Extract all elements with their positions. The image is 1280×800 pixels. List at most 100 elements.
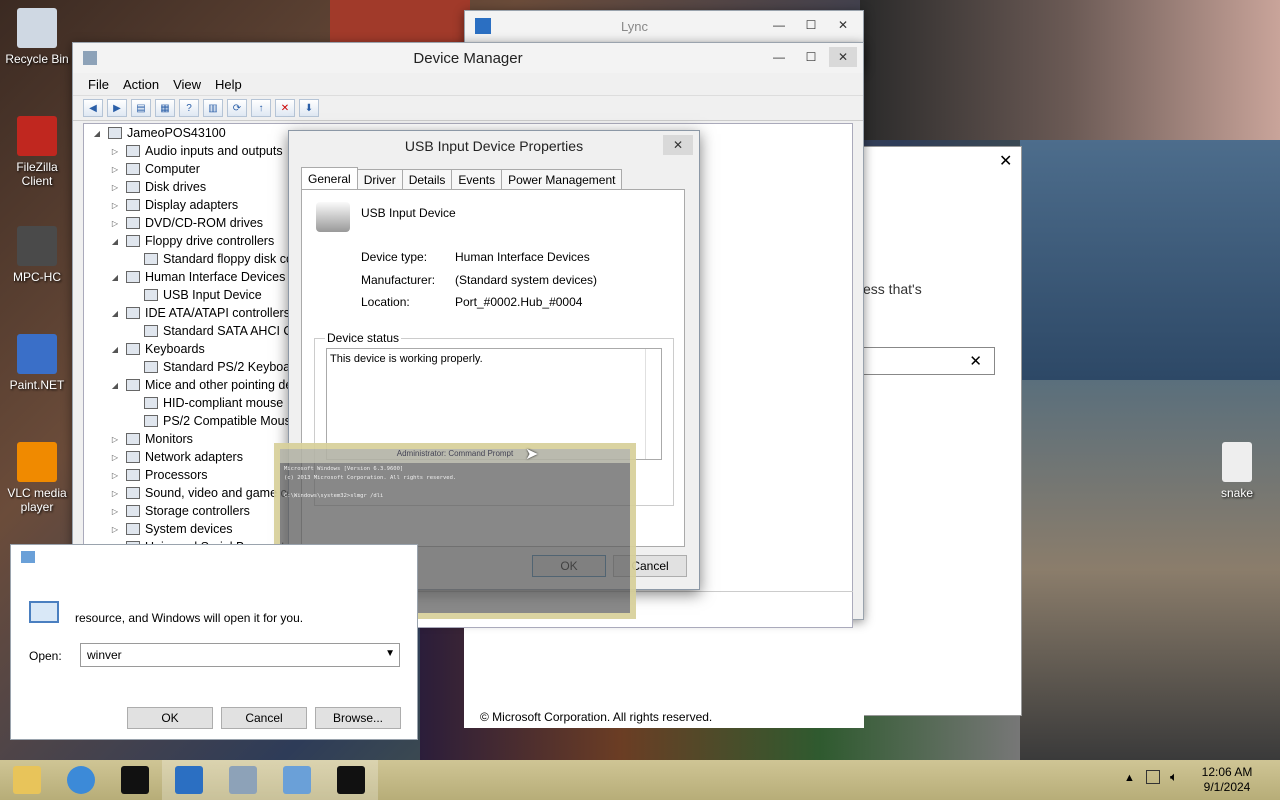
ide-icon bbox=[126, 307, 140, 319]
expand-arrow-icon[interactable]: ◢ bbox=[110, 381, 120, 390]
expand-arrow-icon[interactable]: ◢ bbox=[110, 237, 120, 246]
desktop-icon-filezilla[interactable]: FileZilla Client bbox=[2, 116, 72, 188]
properties-icon[interactable]: ▦ bbox=[155, 99, 175, 117]
show-hide-tree-icon[interactable]: ▤ bbox=[131, 99, 151, 117]
storage-icon bbox=[126, 505, 140, 517]
uninstall-device-icon[interactable]: ✕ bbox=[275, 99, 295, 117]
expand-arrow-icon[interactable]: ▷ bbox=[110, 489, 120, 498]
volume-icon[interactable]: 🔈︎ bbox=[1170, 769, 1178, 785]
mouse-icon bbox=[126, 379, 140, 391]
clock[interactable]: 12:06 AM 9/1/2024 bbox=[1196, 765, 1258, 795]
tree-node-label: Display adapters bbox=[145, 198, 239, 212]
background-window-text: ess that's bbox=[863, 281, 922, 297]
enable-device-icon[interactable]: ⬇ bbox=[299, 99, 319, 117]
expand-arrow-icon[interactable]: ▷ bbox=[110, 219, 120, 228]
background-window: ✕ ess that's ✕ bbox=[862, 146, 1022, 716]
tree-node-label: Standard floppy disk co bbox=[163, 252, 293, 266]
forward-icon[interactable]: ▶ bbox=[107, 99, 127, 117]
back-icon[interactable]: ◀ bbox=[83, 99, 103, 117]
sound-icon bbox=[126, 487, 140, 499]
expand-arrow-icon[interactable]: ▷ bbox=[110, 435, 120, 444]
lync-icon bbox=[175, 766, 203, 794]
tray-chevron-icon[interactable]: ▲ bbox=[1124, 772, 1135, 784]
close-icon[interactable]: ✕ bbox=[999, 151, 1012, 171]
system-icon bbox=[126, 523, 140, 535]
menu-action[interactable]: Action bbox=[118, 75, 164, 94]
scan-hardware-icon[interactable]: ⟳ bbox=[227, 99, 247, 117]
tab-driver[interactable]: Driver bbox=[356, 169, 403, 190]
taskbar-explorer[interactable] bbox=[0, 760, 54, 800]
taskbar-run[interactable] bbox=[270, 760, 324, 800]
clear-icon[interactable]: ✕ bbox=[969, 352, 982, 370]
taskbar-ie[interactable] bbox=[54, 760, 108, 800]
run-ok-button[interactable]: OK bbox=[127, 707, 213, 729]
taskbar-cmd[interactable] bbox=[324, 760, 378, 800]
close-button[interactable]: ✕ bbox=[829, 15, 857, 35]
expand-arrow-icon[interactable]: ◢ bbox=[110, 309, 120, 318]
expand-arrow-icon[interactable]: ▷ bbox=[110, 183, 120, 192]
open-label: Open: bbox=[29, 649, 62, 663]
expand-arrow-icon[interactable]: ◢ bbox=[110, 345, 120, 354]
desktop-icon-paintnet[interactable]: Paint.NET bbox=[2, 334, 72, 392]
desktop-icon-recycle-bin[interactable]: Recycle Bin bbox=[2, 8, 72, 66]
desktop-icon-vlc[interactable]: VLC media player bbox=[2, 442, 72, 514]
expand-arrow-icon[interactable]: ◢ bbox=[110, 273, 120, 282]
action-pane-icon[interactable]: ▥ bbox=[203, 99, 223, 117]
close-button[interactable]: ✕ bbox=[829, 47, 857, 67]
tab-general[interactable]: General bbox=[301, 167, 358, 190]
desktop-icon-mpc-hc[interactable]: MPC-HC bbox=[2, 226, 72, 284]
background-window-field[interactable]: ✕ bbox=[863, 347, 995, 375]
expand-arrow-icon[interactable]: ▷ bbox=[110, 147, 120, 156]
run-app-icon bbox=[21, 551, 35, 563]
expand-arrow-icon[interactable]: ▷ bbox=[110, 525, 120, 534]
expand-arrow-icon[interactable]: ▷ bbox=[110, 471, 120, 480]
taskbar-7zip[interactable] bbox=[108, 760, 162, 800]
manufacturer-value: (Standard system devices) bbox=[455, 273, 598, 287]
cpu-icon bbox=[126, 469, 140, 481]
audio-icon bbox=[126, 145, 140, 157]
desktop-icon-snake[interactable]: snake bbox=[1202, 442, 1272, 500]
tab-power-management[interactable]: Power Management bbox=[501, 169, 623, 190]
manufacturer-label: Manufacturer: bbox=[361, 273, 436, 287]
device-manager-icon bbox=[229, 766, 257, 794]
tab-details[interactable]: Details bbox=[401, 169, 453, 190]
expand-arrow-icon[interactable]: ▷ bbox=[110, 201, 120, 210]
taskbar-lync[interactable] bbox=[162, 760, 216, 800]
tree-node-label: System devices bbox=[145, 522, 233, 536]
taskbar: ▲ 🔈︎ 12:06 AM 9/1/2024 bbox=[0, 760, 1280, 800]
tree-node-label: Standard PS/2 Keyboar bbox=[163, 360, 295, 374]
minimize-button[interactable]: — bbox=[765, 15, 793, 35]
tree-node-label: Sound, video and game co bbox=[145, 486, 294, 500]
help-icon[interactable]: ? bbox=[179, 99, 199, 117]
device-name: USB Input Device bbox=[361, 206, 456, 220]
close-button[interactable]: ✕ bbox=[663, 135, 693, 155]
run-browse-button[interactable]: Browse... bbox=[315, 707, 401, 729]
taskbar-device-manager[interactable] bbox=[216, 760, 270, 800]
file-icon bbox=[1222, 442, 1252, 482]
device-status-label: Device status bbox=[325, 331, 402, 345]
computer-icon bbox=[108, 127, 122, 139]
expand-arrow-icon[interactable]: ◢ bbox=[92, 129, 102, 138]
copyright-text: © Microsoft Corporation. All rights rese… bbox=[480, 710, 713, 724]
expand-arrow-icon[interactable]: ▷ bbox=[110, 453, 120, 462]
floppy-icon bbox=[126, 235, 140, 247]
clock-time: 12:06 AM bbox=[1201, 765, 1253, 779]
recycle-bin-icon bbox=[17, 8, 57, 48]
expand-arrow-icon[interactable]: ▷ bbox=[110, 507, 120, 516]
maximize-button[interactable]: ☐ bbox=[797, 15, 825, 35]
location-label: Location: bbox=[361, 295, 410, 309]
expand-arrow-icon[interactable]: ▷ bbox=[110, 165, 120, 174]
open-combobox[interactable]: winver ▼ bbox=[80, 643, 400, 667]
minimize-button[interactable]: — bbox=[765, 47, 793, 67]
network-icon[interactable] bbox=[1146, 770, 1160, 784]
scrollbar[interactable] bbox=[645, 349, 661, 459]
menu-file[interactable]: File bbox=[83, 75, 114, 94]
tree-node-label: USB Input Device bbox=[163, 288, 262, 302]
update-driver-icon[interactable]: ↑ bbox=[251, 99, 271, 117]
menu-view[interactable]: View bbox=[168, 75, 206, 94]
maximize-button[interactable]: ☐ bbox=[797, 47, 825, 67]
tab-events[interactable]: Events bbox=[451, 169, 503, 190]
chevron-down-icon[interactable]: ▼ bbox=[385, 648, 395, 659]
menu-help[interactable]: Help bbox=[210, 75, 247, 94]
run-cancel-button[interactable]: Cancel bbox=[221, 707, 307, 729]
